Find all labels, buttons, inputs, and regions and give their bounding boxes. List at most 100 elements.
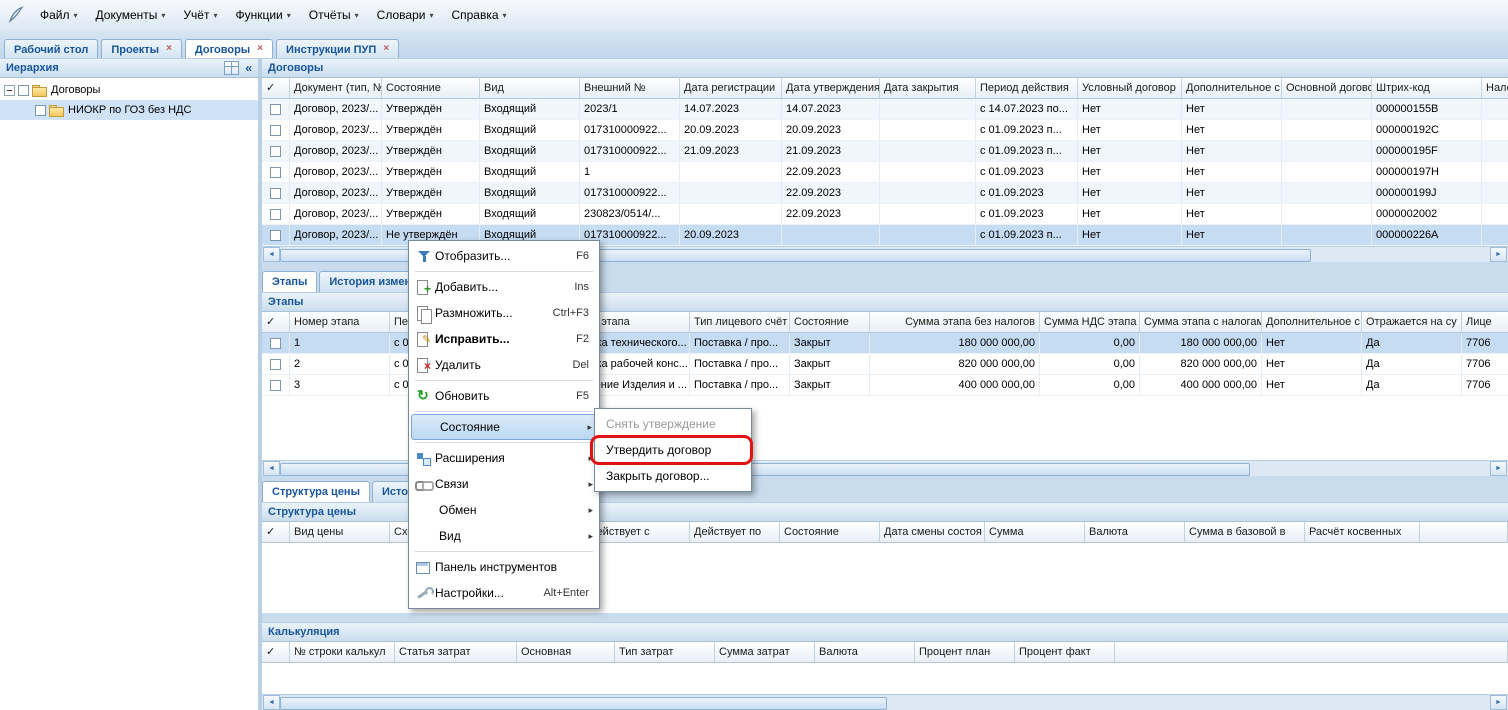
- menu-item-settings[interactable]: Настройки...Alt+Enter: [411, 580, 597, 606]
- column-header[interactable]: Тип лицевого счёт: [690, 312, 790, 333]
- column-header[interactable]: Процент план: [915, 642, 1015, 663]
- menubar-item-help[interactable]: Справка▾: [443, 3, 514, 27]
- row-checkbox[interactable]: [270, 104, 281, 115]
- column-header[interactable]: Дата регистрации: [680, 78, 782, 99]
- column-header[interactable]: Основной договор: [1282, 78, 1372, 99]
- column-header[interactable]: Валюта: [815, 642, 915, 663]
- column-header[interactable]: Условный договор: [1078, 78, 1182, 99]
- menu-item-refresh[interactable]: ОбновитьF5: [411, 383, 597, 409]
- column-header[interactable]: Валюта: [1085, 522, 1185, 543]
- column-header[interactable]: Основная: [517, 642, 615, 663]
- column-header[interactable]: Тип затрат: [615, 642, 715, 663]
- row-checkbox[interactable]: [270, 125, 281, 136]
- menu-item-show[interactable]: Отобразить...F6: [411, 243, 597, 269]
- menu-item-duplicate[interactable]: Размножить...Ctrl+F3: [411, 300, 597, 326]
- menu-item-delete[interactable]: УдалитьDel: [411, 352, 597, 378]
- row-checkbox[interactable]: [270, 380, 281, 391]
- menu-item-state[interactable]: Состояние▸: [411, 414, 597, 440]
- menubar-item-dictionaries[interactable]: Словари▾: [369, 3, 442, 27]
- menu-item-exchange[interactable]: Обмен▸: [411, 497, 597, 523]
- column-header[interactable]: Дата смены состоя: [880, 522, 985, 543]
- column-header[interactable]: Действует по: [690, 522, 780, 543]
- column-header[interactable]: Документ (тип, №: [290, 78, 382, 99]
- scroll-left-icon[interactable]: ◄: [263, 461, 280, 476]
- column-header[interactable]: Внешний №: [580, 78, 680, 99]
- row-checkbox[interactable]: [270, 146, 281, 157]
- menu-item-toolbar-panel[interactable]: Панель инструментов: [411, 554, 597, 580]
- expander-icon[interactable]: [4, 85, 15, 96]
- select-column-header[interactable]: ✓: [262, 522, 290, 543]
- column-header[interactable]: Отражается на су: [1362, 312, 1462, 333]
- column-header[interactable]: № строки калькул: [290, 642, 395, 663]
- row-checkbox[interactable]: [270, 359, 281, 370]
- column-header[interactable]: Действует с: [585, 522, 690, 543]
- tab-stages[interactable]: Этапы: [262, 271, 317, 292]
- scroll-right-icon[interactable]: ►: [1490, 461, 1507, 476]
- column-header[interactable]: Состояние: [790, 312, 870, 333]
- tree-item-niokr-goz-node[interactable]: НИОКР по ГОЗ без НДС: [0, 100, 258, 120]
- select-column-header[interactable]: ✓: [262, 312, 290, 333]
- tree-checkbox[interactable]: [18, 85, 29, 96]
- scroll-track[interactable]: [280, 696, 1490, 709]
- menu-item-add[interactable]: Добавить...Ins: [411, 274, 597, 300]
- column-header[interactable]: Дополнительное с: [1182, 78, 1282, 99]
- select-column-header[interactable]: ✓: [262, 642, 290, 663]
- scroll-thumb[interactable]: [280, 697, 887, 710]
- table-row[interactable]: Договор, 2023/...УтверждёнВходящий017310…: [262, 183, 1508, 204]
- calc-hscrollbar[interactable]: ◄►: [262, 694, 1508, 710]
- scroll-right-icon[interactable]: ►: [1490, 695, 1507, 710]
- column-header[interactable]: Сумма этапа с налогами: [1140, 312, 1262, 333]
- column-header[interactable]: Номер этапа: [290, 312, 390, 333]
- column-header[interactable]: Статья затрат: [395, 642, 517, 663]
- column-header[interactable]: Дата утверждения: [782, 78, 880, 99]
- table-row[interactable]: Договор, 2023/...УтверждёнВходящий017310…: [262, 141, 1508, 162]
- tree-item-contracts-root[interactable]: Договоры: [0, 80, 258, 100]
- column-header[interactable]: Сумма НДС этапа: [1040, 312, 1140, 333]
- select-column-header[interactable]: ✓: [262, 78, 290, 99]
- column-header[interactable]: Дополнительное с: [1262, 312, 1362, 333]
- scroll-left-icon[interactable]: ◄: [263, 247, 280, 262]
- menubar-item-accounting[interactable]: Учёт▾: [175, 3, 225, 27]
- scroll-right-icon[interactable]: ►: [1490, 247, 1507, 262]
- column-header[interactable]: Вид цены: [290, 522, 390, 543]
- column-header[interactable]: Сумма: [985, 522, 1085, 543]
- column-header[interactable]: Состояние: [780, 522, 880, 543]
- menubar-item-file[interactable]: Файл▾: [32, 3, 86, 27]
- column-header[interactable]: Сумма в базовой в: [1185, 522, 1305, 543]
- column-header[interactable]: Расчёт косвенных: [1305, 522, 1420, 543]
- table-row[interactable]: Договор, 2023/...УтверждёнВходящий2023/1…: [262, 99, 1508, 120]
- column-header[interactable]: Штрих-код: [1372, 78, 1482, 99]
- menu-item-extensions[interactable]: Расширения▸: [411, 445, 597, 471]
- submenu-item-close-contract[interactable]: Закрыть договор...: [597, 463, 749, 489]
- column-header[interactable]: Дата закрытия: [880, 78, 976, 99]
- scroll-left-icon[interactable]: ◄: [263, 695, 280, 710]
- row-checkbox[interactable]: [270, 338, 281, 349]
- row-checkbox[interactable]: [270, 167, 281, 178]
- close-icon[interactable]: ×: [166, 44, 172, 54]
- row-checkbox[interactable]: [270, 188, 281, 199]
- column-header[interactable]: Вид: [480, 78, 580, 99]
- column-header[interactable]: Нало: [1482, 78, 1508, 99]
- menubar-item-functions[interactable]: Функции▾: [227, 3, 298, 27]
- column-header[interactable]: Период действия: [976, 78, 1078, 99]
- tree-checkbox[interactable]: [35, 105, 46, 116]
- column-header[interactable]: Процент факт: [1015, 642, 1115, 663]
- menu-item-edit[interactable]: Исправить...F2: [411, 326, 597, 352]
- table-row[interactable]: Договор, 2023/...УтверждёнВходящий230823…: [262, 204, 1508, 225]
- table-row[interactable]: Договор, 2023/...УтверждёнВходящий017310…: [262, 120, 1508, 141]
- column-header[interactable]: Сумма этапа без налогов: [870, 312, 1040, 333]
- row-checkbox[interactable]: [270, 230, 281, 241]
- menubar-item-reports[interactable]: Отчёты▾: [301, 3, 367, 27]
- menu-item-links[interactable]: Связи▸: [411, 471, 597, 497]
- collapse-panel-icon[interactable]: «: [245, 61, 252, 75]
- submenu-item-approve-contract[interactable]: Утвердить договор: [597, 437, 749, 463]
- close-icon[interactable]: ×: [257, 44, 263, 54]
- menu-item-view[interactable]: Вид▸: [411, 523, 597, 549]
- column-header[interactable]: Лице: [1462, 312, 1508, 333]
- tab-price-structure[interactable]: Структура цены: [262, 481, 370, 502]
- column-header[interactable]: Состояние: [382, 78, 480, 99]
- menubar-item-documents[interactable]: Документы▾: [88, 3, 174, 27]
- close-icon[interactable]: ×: [383, 44, 389, 54]
- row-checkbox[interactable]: [270, 209, 281, 220]
- column-header[interactable]: Сумма затрат: [715, 642, 815, 663]
